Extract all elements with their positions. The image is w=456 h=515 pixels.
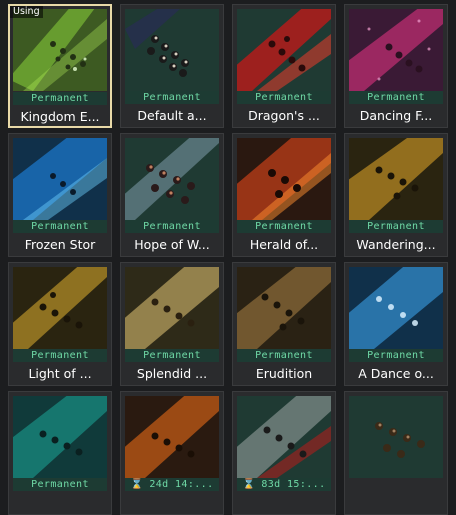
- skin-name: Default a...: [137, 108, 207, 123]
- status-label: Permanent: [349, 349, 443, 362]
- skin-thumbnail: [125, 138, 219, 220]
- skin-thumbnail: [125, 396, 219, 478]
- skin-thumbnail: [349, 9, 443, 91]
- skin-card[interactable]: Permanent Dancing F...: [344, 4, 448, 128]
- skin-card[interactable]: Permanent Wandering...: [344, 133, 448, 257]
- skin-thumbnail: [349, 267, 443, 349]
- skin-name: Kingdom E...: [20, 109, 100, 124]
- status-label: Permanent: [349, 91, 443, 104]
- skin-thumbnail: [13, 267, 107, 349]
- status-label: Permanent: [125, 349, 219, 362]
- hourglass-icon: ⌛: [242, 479, 256, 490]
- status-label: Permanent: [125, 220, 219, 233]
- skin-name: Dragon's ...: [248, 108, 320, 123]
- status-label: Permanent: [13, 220, 107, 233]
- timer-label: ⌛ 83d 15:...: [237, 478, 331, 491]
- skin-thumbnail: [125, 9, 219, 91]
- using-badge: Using: [10, 6, 43, 18]
- skin-name: Wandering...: [356, 237, 436, 252]
- status-label: Permanent: [13, 349, 107, 362]
- skin-name: Dancing F...: [359, 108, 433, 123]
- skin-thumbnail: [13, 9, 107, 91]
- skin-thumbnail: [237, 396, 331, 478]
- skin-name: Erudition: [255, 366, 313, 381]
- skin-thumbnail: [13, 138, 107, 220]
- skin-name: A Dance o...: [358, 366, 434, 381]
- status-label: Permanent: [13, 478, 107, 491]
- status-label: Permanent: [237, 91, 331, 104]
- timer-label: ⌛ 24d 14:...: [125, 478, 219, 491]
- skin-thumbnail: [349, 138, 443, 220]
- skin-card[interactable]: Permanent: [8, 391, 112, 515]
- skin-card[interactable]: [344, 391, 448, 515]
- status-label: Permanent: [349, 220, 443, 233]
- skin-thumbnail: [237, 9, 331, 91]
- skin-card[interactable]: Permanent Light of ...: [8, 262, 112, 386]
- skin-card[interactable]: ⌛ 24d 14:...: [120, 391, 224, 515]
- skin-card[interactable]: Using Permanent Kingdom E...: [8, 4, 112, 128]
- skin-name: Frozen Stor: [24, 237, 96, 252]
- skin-name: Splendid ...: [136, 366, 208, 381]
- skin-thumbnail: [237, 138, 331, 220]
- skin-thumbnail: [13, 396, 107, 478]
- skin-card[interactable]: Permanent Default a...: [120, 4, 224, 128]
- skin-card[interactable]: ⌛ 83d 15:...: [232, 391, 336, 515]
- skin-thumbnail: [349, 396, 443, 478]
- skin-card[interactable]: Permanent Dragon's ...: [232, 4, 336, 128]
- skin-thumbnail: [125, 267, 219, 349]
- skin-card[interactable]: Permanent A Dance o...: [344, 262, 448, 386]
- skin-name: Light of ...: [28, 366, 92, 381]
- status-label: Permanent: [237, 220, 331, 233]
- skin-name: Hope of W...: [134, 237, 210, 252]
- status-label: Permanent: [237, 349, 331, 362]
- skin-card[interactable]: Permanent Hope of W...: [120, 133, 224, 257]
- skin-name: Herald of...: [249, 237, 319, 252]
- skin-card[interactable]: Permanent Erudition: [232, 262, 336, 386]
- skin-card[interactable]: Permanent Frozen Stor: [8, 133, 112, 257]
- skin-card[interactable]: Permanent Splendid ...: [120, 262, 224, 386]
- skin-grid: Using Permanent Kingdom E... Permanent D…: [0, 0, 456, 515]
- hourglass-icon: ⌛: [130, 479, 144, 490]
- skin-thumbnail: [237, 267, 331, 349]
- status-label: Permanent: [13, 92, 107, 105]
- status-label: Permanent: [125, 91, 219, 104]
- skin-card[interactable]: Permanent Herald of...: [232, 133, 336, 257]
